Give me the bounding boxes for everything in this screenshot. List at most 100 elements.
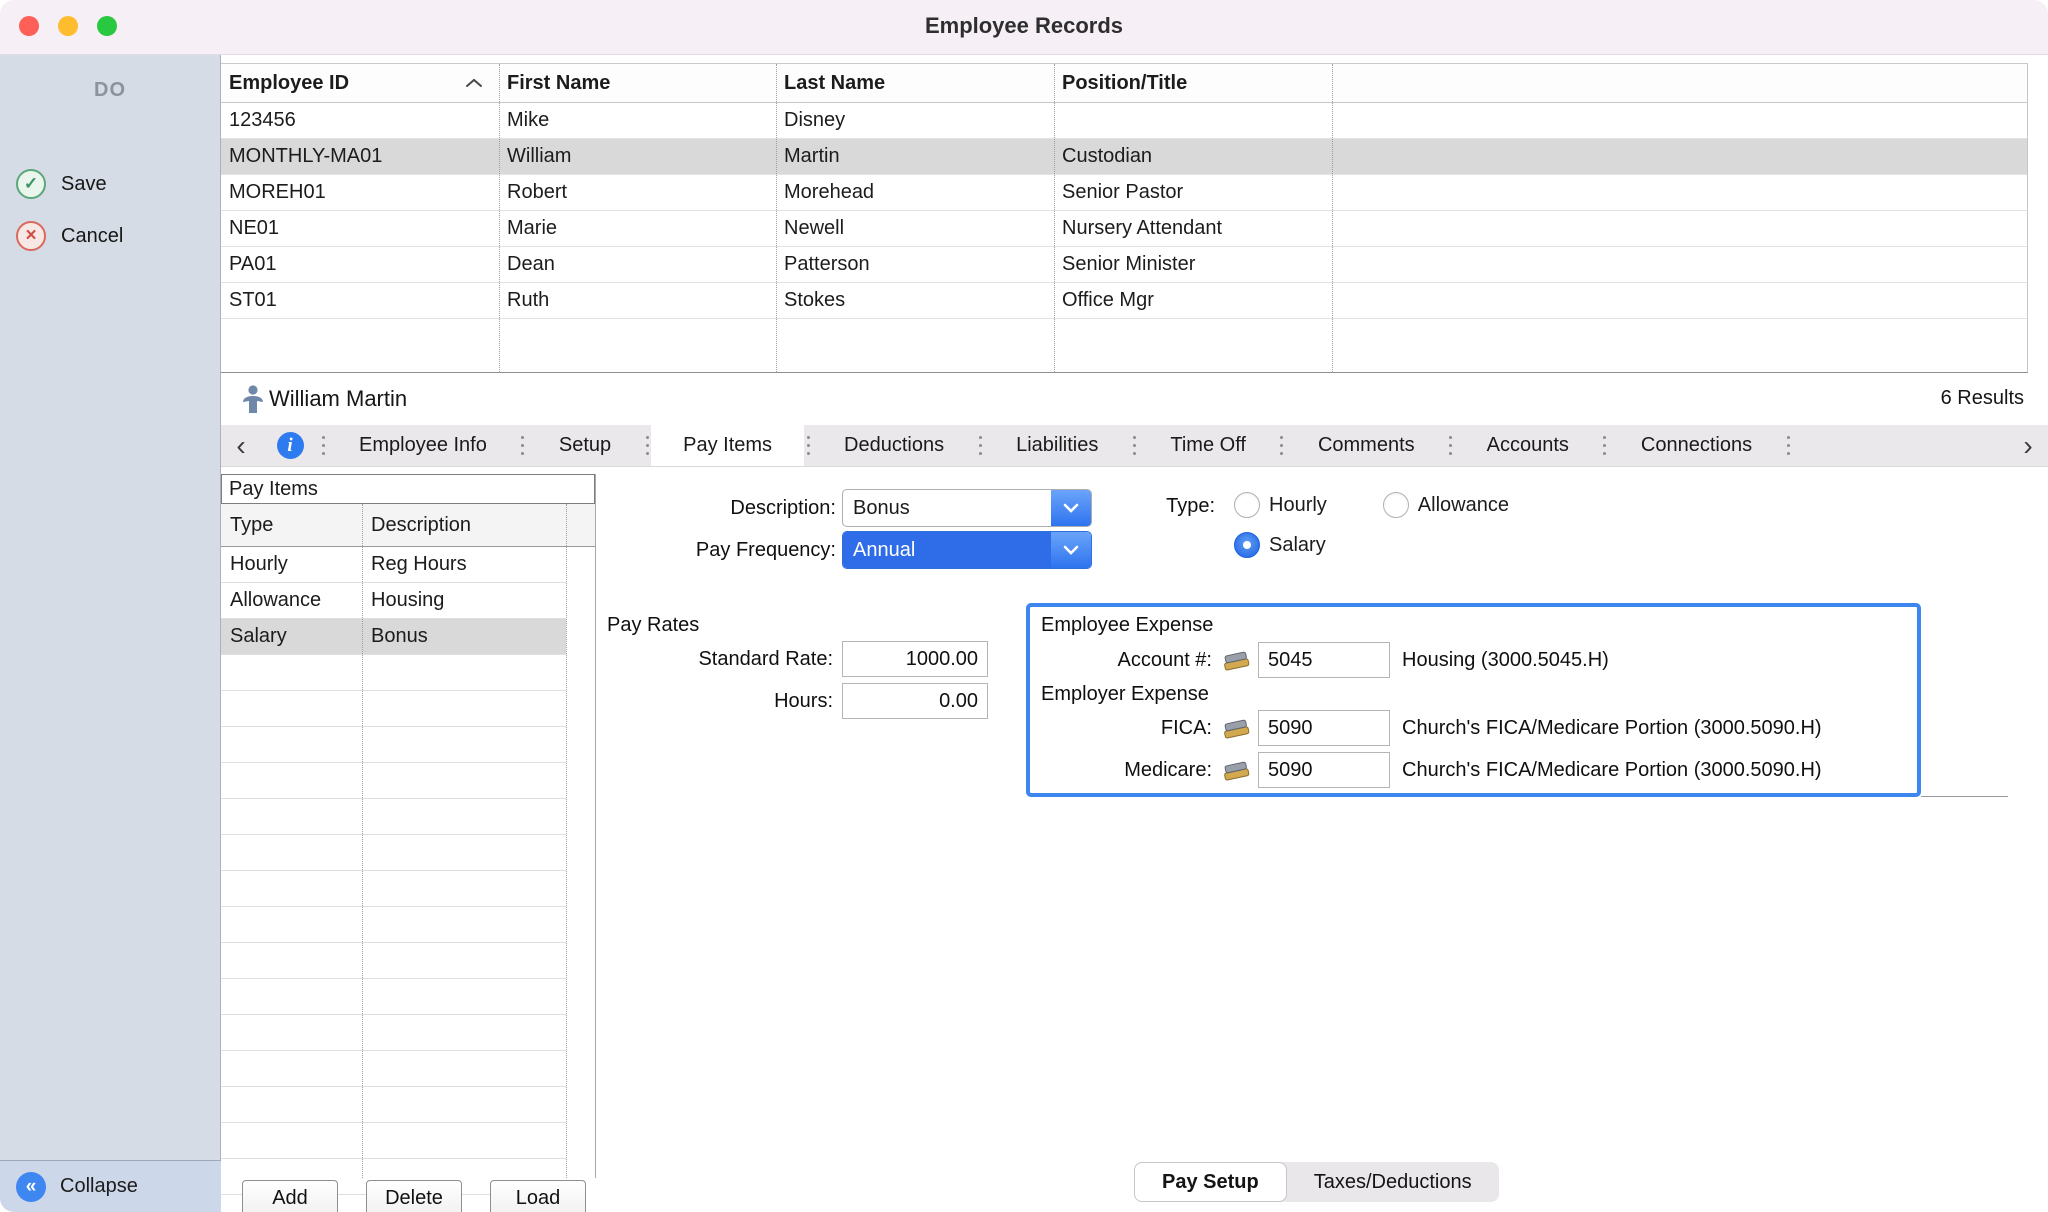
radio-hourly[interactable]: Hourly (1234, 491, 1327, 519)
pay-item-row[interactable] (221, 1087, 566, 1123)
app-window: Employee Records DO ✓ Save × Cancel « Co… (0, 0, 2048, 1212)
employee-cell: PA01 (221, 253, 499, 276)
column-header-employee-id[interactable]: Employee ID (221, 72, 499, 95)
column-header-first-name[interactable]: First Name (499, 72, 776, 95)
employee-row[interactable]: PA01DeanPattersonSenior Minister (221, 247, 2027, 283)
tabs-scroll-right-button[interactable]: › (2008, 425, 2048, 466)
pay-item-row[interactable]: AllowanceHousing (221, 583, 566, 619)
tab-pay-items[interactable]: Pay Items (651, 425, 804, 466)
pay-item-row[interactable] (221, 979, 566, 1015)
hours-input[interactable] (842, 683, 988, 719)
tab-connections[interactable]: Connections (1609, 425, 1784, 466)
tab-setup[interactable]: Setup (527, 425, 643, 466)
ledger-lookup-icon[interactable] (1220, 647, 1252, 674)
tab-deductions[interactable]: Deductions (812, 425, 976, 466)
standard-rate-label: Standard Rate: (600, 645, 833, 673)
add-button[interactable]: Add (242, 1180, 338, 1212)
pay-item-row[interactable] (221, 907, 566, 943)
employee-cell: Dean (499, 253, 776, 276)
pay-item-row[interactable] (221, 691, 566, 727)
tab-employee-info[interactable]: Employee Info (327, 425, 519, 466)
pay-item-row[interactable] (221, 1015, 566, 1051)
employee-expense-title: Employee Expense (1041, 611, 1213, 639)
employee-cell: Morehead (776, 181, 1054, 204)
bottom-tab-taxes-deductions[interactable]: Taxes/Deductions (1287, 1162, 1499, 1202)
account-number-input[interactable] (1258, 642, 1390, 678)
employee-cell: NE01 (221, 217, 499, 240)
employee-cell: Custodian (1054, 145, 1332, 168)
pay-item-description: Reg Hours (362, 553, 566, 576)
tab-liabilities[interactable]: Liabilities (984, 425, 1130, 466)
pay-item-row[interactable] (221, 799, 566, 835)
employee-table-header: Employee ID First Name Last Name Positio… (221, 64, 2027, 103)
employee-row[interactable]: MONTHLY-MA01WilliamMartinCustodian (221, 139, 2027, 175)
collapse-button[interactable]: « Collapse (0, 1160, 221, 1212)
load-button[interactable]: Load (490, 1180, 586, 1212)
bottom-tab-pay-setup[interactable]: Pay Setup (1134, 1162, 1287, 1202)
account-number-label: Account #: (1040, 646, 1212, 674)
collapse-label: Collapse (60, 1175, 138, 1198)
employee-cell: Marie (499, 217, 776, 240)
pay-item-row[interactable]: HourlyReg Hours (221, 547, 566, 583)
radio-allowance[interactable]: Allowance (1383, 491, 1509, 519)
radio-label: Salary (1269, 534, 1326, 557)
pay-item-row[interactable] (221, 763, 566, 799)
pay-item-row[interactable] (221, 835, 566, 871)
delete-button[interactable]: Delete (366, 1180, 462, 1212)
pay-item-row[interactable] (221, 727, 566, 763)
employee-row[interactable]: ST01RuthStokesOffice Mgr (221, 283, 2027, 319)
ledger-lookup-icon[interactable] (1220, 757, 1252, 784)
pay-item-description: Bonus (362, 625, 566, 648)
pay-items-column-type[interactable]: Type (221, 514, 362, 537)
pay-item-row[interactable] (221, 943, 566, 979)
tab-separator (1601, 425, 1609, 466)
radio-salary[interactable]: Salary (1234, 531, 1326, 559)
tabs-scroll-left-button[interactable]: ‹ (221, 425, 261, 466)
collapse-icon: « (16, 1172, 46, 1202)
employee-cell: MONTHLY-MA01 (221, 145, 499, 168)
tab-comments[interactable]: Comments (1286, 425, 1447, 466)
medicare-account-input[interactable] (1258, 752, 1390, 788)
pay-items-panel: Pay Items Type Description HourlyReg Hou… (221, 474, 596, 1178)
chevron-down-icon[interactable] (1051, 490, 1091, 526)
employee-cell: Robert (499, 181, 776, 204)
employee-cell: Disney (776, 109, 1054, 132)
employee-row[interactable]: MOREH01RobertMoreheadSenior Pastor (221, 175, 2027, 211)
employee-row[interactable]: NE01MarieNewellNursery Attendant (221, 211, 2027, 247)
pay-item-row[interactable]: SalaryBonus (221, 619, 566, 655)
sidebar-header: DO (0, 79, 220, 102)
results-count: 6 Results (1941, 387, 2024, 410)
sidebar: DO ✓ Save × Cancel « Collapse (0, 55, 221, 1212)
tab-info[interactable]: i (261, 425, 319, 466)
pay-item-row[interactable] (221, 655, 566, 691)
employee-cell: 123456 (221, 109, 499, 132)
pay-items-column-description[interactable]: Description (362, 514, 595, 537)
pay-frequency-dropdown[interactable]: Annual (842, 531, 1092, 569)
group-divider-line (1921, 796, 2008, 797)
employee-row[interactable]: 123456MikeDisney (221, 103, 2027, 139)
column-header-last-name[interactable]: Last Name (776, 72, 1054, 95)
pay-item-row[interactable] (221, 871, 566, 907)
pay-item-row[interactable] (221, 1051, 566, 1087)
tab-accounts[interactable]: Accounts (1455, 425, 1601, 466)
info-icon: i (277, 432, 304, 459)
record-bar: William Martin 6 Results (221, 373, 2048, 425)
ledger-lookup-icon[interactable] (1220, 715, 1252, 742)
employee-cell: Patterson (776, 253, 1054, 276)
employee-cell: Senior Minister (1054, 253, 1332, 276)
tab-time-off[interactable]: Time Off (1138, 425, 1278, 466)
chevron-down-icon[interactable] (1051, 532, 1091, 568)
cancel-button[interactable]: × Cancel (16, 221, 123, 251)
employee-cell: MOREH01 (221, 181, 499, 204)
tab-list: Employee InfoSetupPay ItemsDeductionsLia… (319, 425, 1792, 466)
standard-rate-input[interactable] (842, 641, 988, 677)
medicare-description: Church's FICA/Medicare Portion (3000.509… (1402, 756, 1822, 784)
pay-item-row[interactable] (221, 1123, 566, 1159)
employer-expense-title: Employer Expense (1041, 680, 1209, 708)
save-button[interactable]: ✓ Save (16, 169, 107, 199)
description-dropdown[interactable]: Bonus (842, 489, 1092, 527)
radio-label: Allowance (1418, 494, 1509, 517)
tab-separator (1447, 425, 1455, 466)
column-header-position[interactable]: Position/Title (1054, 72, 1332, 95)
fica-account-input[interactable] (1258, 710, 1390, 746)
